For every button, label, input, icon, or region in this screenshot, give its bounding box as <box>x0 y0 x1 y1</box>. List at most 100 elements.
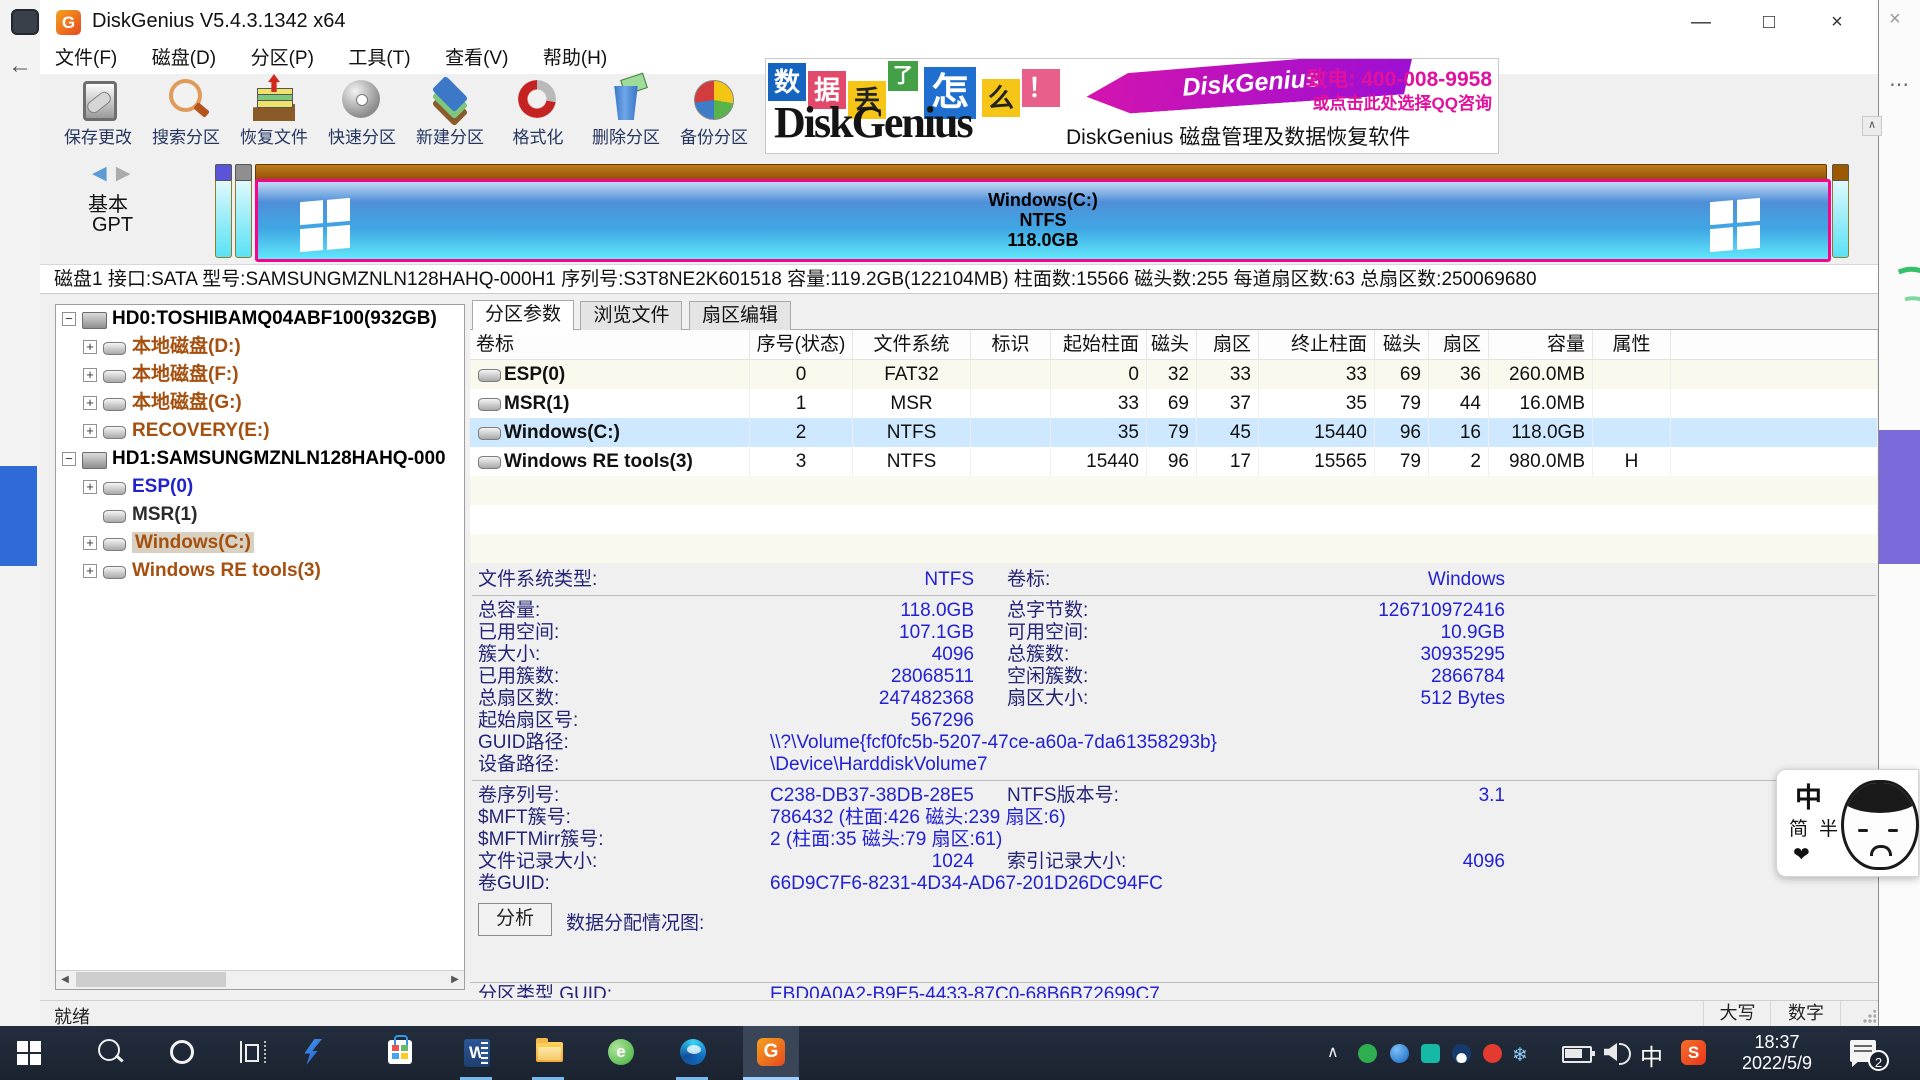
partition-bar-windows-c[interactable]: Windows(C:) NTFS 118.0GB <box>255 164 1825 256</box>
scroll-right-icon[interactable]: ▶ <box>446 971 464 988</box>
menu-tools[interactable]: 工具(T) <box>333 44 425 74</box>
expander-plus-icon[interactable]: + <box>83 536 97 550</box>
ime-language-indicator[interactable]: 中 <box>1640 1038 1663 1072</box>
detail-row: 文件记录大小: 1024 索引记录大小: 4096 <box>470 851 1878 873</box>
sogou-ime-panel[interactable]: 中 简 半 ❤ <box>1776 769 1919 877</box>
desktop: ← × ⋯ G DiskGenius V5.4.3.1342 x64 — □ ×… <box>0 0 1920 1080</box>
menu-view[interactable]: 查看(V) <box>430 44 523 74</box>
expander-plus-icon[interactable]: + <box>83 564 97 578</box>
disk-nav: ◀ ▶ <box>92 162 131 185</box>
expander-plus-icon[interactable]: + <box>83 480 97 494</box>
tray-snowflake-icon[interactable]: ❄ <box>1512 1044 1531 1063</box>
disk-icon <box>82 312 107 329</box>
diskgenius-taskbar-button[interactable]: G <box>743 1026 799 1080</box>
menu-file[interactable]: 文件(F) <box>40 44 132 74</box>
tray-qq-penguin-icon[interactable] <box>1452 1044 1471 1063</box>
save-changes-button[interactable]: 保存更改 <box>54 76 142 154</box>
tab-sector-edit[interactable]: 扇区编辑 <box>689 301 791 330</box>
microsoft-store-button[interactable] <box>376 1026 424 1080</box>
tray-red-app-icon[interactable] <box>1483 1044 1502 1063</box>
tab-partition-params[interactable]: 分区参数 <box>472 300 574 330</box>
browser-360-button[interactable]: e <box>596 1026 644 1080</box>
expander-plus-icon[interactable]: + <box>83 340 97 354</box>
tray-teal-app-icon[interactable] <box>1421 1044 1440 1063</box>
search-partition-button[interactable]: 搜索分区 <box>142 76 230 154</box>
cortana-button[interactable] <box>157 1026 205 1080</box>
quick-partition-button[interactable]: 快速分区 <box>318 76 406 154</box>
menu-partition[interactable]: 分区(P) <box>236 44 329 74</box>
menu-help[interactable]: 帮助(H) <box>528 44 622 74</box>
ad-banner[interactable]: 数 据 丢 了 怎 么 ！ DiskGenius DiskGenius 致电: … <box>765 58 1499 154</box>
flash-app-button[interactable] <box>288 1026 336 1080</box>
tree-item-windows-c[interactable]: + Windows(C:) <box>56 529 464 557</box>
tree-item-msr[interactable]: MSR(1) <box>56 501 464 529</box>
flash-icon <box>302 1039 322 1065</box>
table-row-windows-re[interactable]: Windows RE tools(3) 3 NTFS 15440 96 17 1… <box>470 447 1878 476</box>
ime-simplified-mode[interactable]: 简 <box>1789 814 1808 841</box>
banner-qq-link[interactable]: 或点击此处选择QQ咨询 <box>1212 89 1492 114</box>
tree-item-local-g[interactable]: + 本地磁盘(G:) <box>56 389 464 417</box>
back-arrow-icon[interactable]: ← <box>8 52 32 80</box>
disk-nav-left-icon[interactable]: ◀ <box>92 163 107 184</box>
expander-plus-icon[interactable]: + <box>83 368 97 382</box>
scroll-left-icon[interactable]: ◀ <box>56 971 74 988</box>
tray-blue-ball-icon[interactable] <box>1390 1044 1409 1063</box>
taskbar-search-button[interactable] <box>86 1026 134 1080</box>
partition-bar-esp[interactable] <box>215 164 232 258</box>
partition-bar-msr[interactable] <box>235 164 252 258</box>
partition-bar-re-tools[interactable] <box>1832 164 1849 258</box>
backup-partition-button[interactable]: 备份分区 <box>670 76 758 154</box>
ime-halfwidth-mode[interactable]: 半 <box>1819 814 1838 841</box>
background-blue-block <box>0 466 37 566</box>
expander-minus-icon[interactable]: − <box>62 312 76 326</box>
expander-plus-icon[interactable]: + <box>83 424 97 438</box>
table-row-windows-c[interactable]: Windows(C:) 2 NTFS 35 79 45 15440 96 16 … <box>470 418 1878 447</box>
analyze-button[interactable]: 分析 <box>478 903 552 936</box>
delete-partition-button[interactable]: 删除分区 <box>582 76 670 154</box>
tree-item-windows-re[interactable]: + Windows RE tools(3) <box>56 557 464 585</box>
detail-row: 总扇区数: 247482368 扇区大小: 512 Bytes <box>470 688 1878 710</box>
diskgenius-icon: G <box>757 1038 785 1066</box>
edge-icon <box>680 1039 706 1065</box>
tree-item-esp[interactable]: + ESP(0) <box>56 473 464 501</box>
tree-item-hd0[interactable]: − HD0:TOSHIBAMQ04ABF100(932GB) <box>56 305 464 333</box>
menu-disk[interactable]: 磁盘(D) <box>137 44 231 74</box>
ime-chinese-mode[interactable]: 中 <box>1795 776 1822 815</box>
disk-nav-right-icon[interactable]: ▶ <box>116 163 131 184</box>
tray-green-shield-icon[interactable] <box>1358 1044 1377 1063</box>
word-button[interactable]: W <box>452 1026 500 1080</box>
file-explorer-button[interactable] <box>524 1026 572 1080</box>
new-partition-icon <box>428 78 472 122</box>
recover-files-button[interactable]: 恢复文件 <box>230 76 318 154</box>
sogou-tray-icon[interactable]: S <box>1681 1040 1706 1065</box>
close-button[interactable]: × <box>1808 0 1866 44</box>
table-row-esp[interactable]: ESP(0) 0 FAT32 0 32 33 33 69 36 260.0MB <box>470 360 1878 389</box>
scrollbar-thumb[interactable] <box>76 972 226 987</box>
heart-icon[interactable]: ❤ <box>1793 842 1810 867</box>
background-window-left-strip: ← <box>0 0 41 1026</box>
tree-horizontal-scrollbar[interactable]: ◀ ▶ <box>56 970 464 989</box>
mascot-eye <box>1888 829 1898 832</box>
expander-minus-icon[interactable]: − <box>62 452 76 466</box>
ime-mascot-face <box>1841 780 1919 870</box>
expander-plus-icon[interactable]: + <box>83 396 97 410</box>
format-button[interactable]: 格式化 <box>494 76 582 154</box>
tree-item-local-d[interactable]: + 本地磁盘(D:) <box>56 333 464 361</box>
start-button[interactable] <box>5 1026 53 1080</box>
tree-item-recovery-e[interactable]: + RECOVERY(E:) <box>56 417 464 445</box>
volume-icon[interactable] <box>1604 1043 1617 1061</box>
tree-item-local-f[interactable]: + 本地磁盘(F:) <box>56 361 464 389</box>
tab-browse-files[interactable]: 浏览文件 <box>580 301 682 330</box>
new-partition-button[interactable]: 新建分区 <box>406 76 494 154</box>
task-view-button[interactable] <box>228 1026 276 1080</box>
taskbar-clock[interactable]: 18:37 2022/5/9 <box>1722 1032 1832 1074</box>
tray-chevron-up-icon[interactable]: ∧ <box>1327 1042 1339 1062</box>
edge-button[interactable] <box>668 1026 716 1080</box>
scroll-up-icon[interactable]: ∧ <box>1862 116 1882 136</box>
tree-item-hd1[interactable]: − HD1:SAMSUNGMZNLN128HAHQ-000 <box>56 445 464 473</box>
table-row-msr[interactable]: MSR(1) 1 MSR 33 69 37 35 79 44 16.0MB <box>470 389 1878 418</box>
battery-icon[interactable] <box>1562 1046 1592 1063</box>
resize-grip[interactable] <box>1862 1010 1876 1024</box>
maximize-button[interactable]: □ <box>1740 0 1798 44</box>
minimize-button[interactable]: — <box>1672 0 1730 44</box>
